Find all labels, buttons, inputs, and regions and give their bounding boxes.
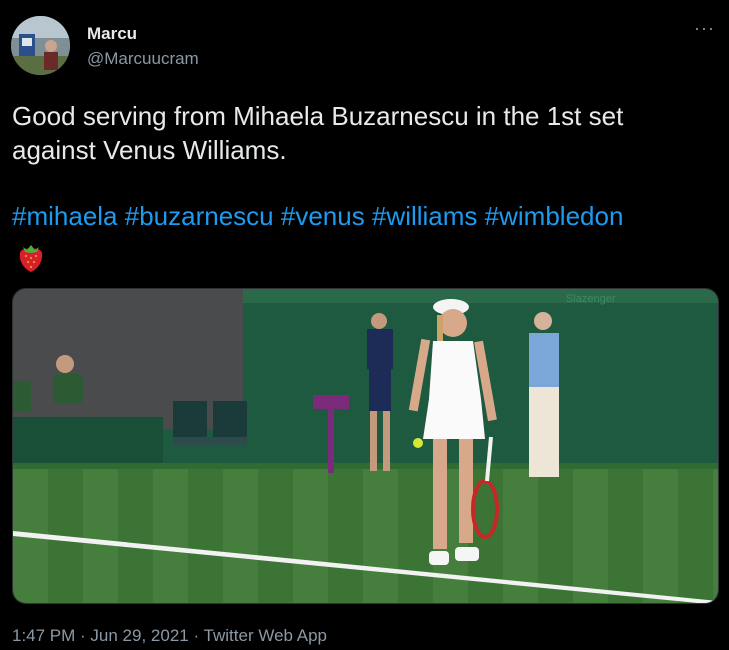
avatar[interactable] xyxy=(11,16,70,75)
hashtag-mihaela[interactable]: #mihaela xyxy=(12,201,118,231)
court-sign: Slazenger xyxy=(566,293,616,305)
hashtag-buzarnescu[interactable]: #buzarnescu xyxy=(125,201,274,231)
tweet-text-line-2: against Venus Williams. xyxy=(12,135,287,165)
tweet-source[interactable]: Twitter Web App xyxy=(204,626,327,645)
tweet-text: Good serving from Mihaela Buzarnescu in … xyxy=(12,99,712,233)
user-handle[interactable]: @Marcuucram xyxy=(87,49,199,69)
tweet-time[interactable]: 1:47 PM xyxy=(12,626,75,645)
tweet-date[interactable]: Jun 29, 2021 xyxy=(90,626,188,645)
tweet-photo[interactable]: Slazenger xyxy=(12,288,719,604)
hashtag-wimbledon[interactable]: #wimbledon xyxy=(485,201,624,231)
more-options-icon[interactable]: ··· xyxy=(694,18,715,39)
meta-separator: · xyxy=(75,626,91,645)
hashtag-williams[interactable]: #williams xyxy=(372,201,477,231)
strawberry-emoji-icon xyxy=(18,241,44,273)
hashtag-list: #mihaela #buzarnescu #venus #williams #w… xyxy=(12,199,712,233)
hashtag-venus[interactable]: #venus xyxy=(281,201,365,231)
tweet: Marcu @Marcuucram ··· Good serving from … xyxy=(0,0,729,650)
display-name[interactable]: Marcu xyxy=(87,24,137,44)
tweet-meta: 1:47 PM · Jun 29, 2021 · Twitter Web App xyxy=(12,626,327,646)
tweet-text-line-1: Good serving from Mihaela Buzarnescu in … xyxy=(12,101,624,131)
meta-separator: · xyxy=(188,626,204,645)
